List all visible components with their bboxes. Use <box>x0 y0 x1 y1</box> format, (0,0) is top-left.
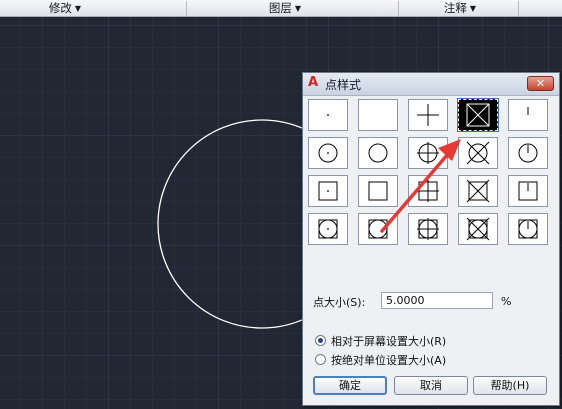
ribbon-group-modify-label: 修改 <box>48 1 72 15</box>
chevron-down-icon: ▼ <box>469 4 477 13</box>
point-style-plain-tick[interactable] <box>508 99 548 131</box>
ribbon-divider <box>398 1 399 16</box>
point-style-circle-square-plus[interactable] <box>408 213 448 245</box>
autocad-logo-icon: A <box>308 75 319 90</box>
ribbon-group-annotate-label: 注释 <box>443 1 467 15</box>
point-style-plain-none[interactable] <box>358 99 398 131</box>
point-style-plus-icon <box>417 180 439 202</box>
cancel-button-label: 取消 <box>420 379 442 392</box>
point-size-label: 点大小(S): <box>313 296 366 309</box>
point-size-input[interactable] <box>381 292 493 309</box>
point-style-plain-dot[interactable] <box>308 99 348 131</box>
point-style-square-tick[interactable] <box>508 175 548 207</box>
point-style-none-icon <box>368 181 388 201</box>
point-style-circle-plus[interactable] <box>408 137 448 169</box>
point-style-circle-none[interactable] <box>358 137 398 169</box>
point-style-square-dot[interactable] <box>308 175 348 207</box>
help-button[interactable]: 帮助(H) <box>473 376 547 395</box>
point-style-tick-icon <box>518 181 538 201</box>
point-style-tick-icon <box>518 143 538 163</box>
point-style-plain-plus[interactable] <box>408 99 448 131</box>
point-style-square-plus[interactable] <box>408 175 448 207</box>
point-style-circle-square-tick[interactable] <box>508 213 548 245</box>
close-icon: ✕ <box>535 77 546 90</box>
point-style-none-icon <box>359 100 397 130</box>
point-style-circle-tick[interactable] <box>508 137 548 169</box>
cancel-button[interactable]: 取消 <box>394 376 468 395</box>
ok-button[interactable]: 确定 <box>313 376 387 395</box>
point-style-dot-icon <box>318 219 338 239</box>
point-style-circle-square-dot[interactable] <box>308 213 348 245</box>
dialog-titlebar[interactable]: A 点样式 ✕ <box>303 73 559 96</box>
radio-relative-to-screen-label: 相对于屏幕设置大小(R) <box>331 335 447 348</box>
point-style-dot-icon <box>318 181 338 201</box>
dialog-title: 点样式 <box>325 78 362 92</box>
radio-relative-to-screen[interactable] <box>315 335 326 346</box>
point-style-dot-icon <box>327 114 329 116</box>
ribbon-group-annotate[interactable]: 注释 ▼ <box>420 0 500 16</box>
radio-absolute-units-label: 按绝对单位设置大小(A) <box>331 354 447 367</box>
point-style-tick-icon <box>518 219 538 239</box>
point-style-x-icon <box>466 217 490 241</box>
point-style-dialog: A 点样式 ✕ 点大小(S): % 相对于屏幕设置大小(R) 按绝对单位设置大小… <box>302 72 560 406</box>
chevron-down-icon: ▼ <box>74 4 82 13</box>
help-button-label: 帮助(H) <box>490 379 530 392</box>
point-style-circle-x[interactable] <box>458 137 498 169</box>
point-style-none-icon <box>368 143 388 163</box>
point-style-plain-x[interactable] <box>457 98 499 132</box>
point-style-tick-icon <box>527 107 529 115</box>
point-style-x-icon <box>466 141 490 165</box>
ribbon-group-modify[interactable]: 修改 ▼ <box>20 0 110 16</box>
point-size-unit: % <box>501 295 512 308</box>
point-style-dot-icon <box>318 143 338 163</box>
ribbon-group-layers[interactable]: 图层 ▼ <box>230 0 340 16</box>
ribbon-panel-bar: 修改 ▼ 图层 ▼ 注释 ▼ <box>0 0 562 17</box>
point-style-none-icon <box>368 219 388 239</box>
point-style-square-x[interactable] <box>458 175 498 207</box>
point-style-circle-dot[interactable] <box>308 137 348 169</box>
chevron-down-icon: ▼ <box>294 4 302 13</box>
ribbon-divider <box>518 1 519 16</box>
point-style-x-icon <box>466 103 490 127</box>
radio-absolute-units[interactable] <box>315 354 326 365</box>
point-style-circle-square-x[interactable] <box>458 213 498 245</box>
point-style-plus-icon <box>417 142 439 164</box>
ribbon-group-layers-label: 图层 <box>268 1 292 15</box>
point-style-plus-icon <box>417 218 439 240</box>
point-style-circle-square-none[interactable] <box>358 213 398 245</box>
close-button[interactable]: ✕ <box>527 76 554 91</box>
ok-button-label: 确定 <box>339 379 361 392</box>
point-style-square-none[interactable] <box>358 175 398 207</box>
point-style-x-icon <box>466 179 490 203</box>
point-style-plus-icon <box>417 104 439 126</box>
ribbon-divider <box>186 1 187 16</box>
